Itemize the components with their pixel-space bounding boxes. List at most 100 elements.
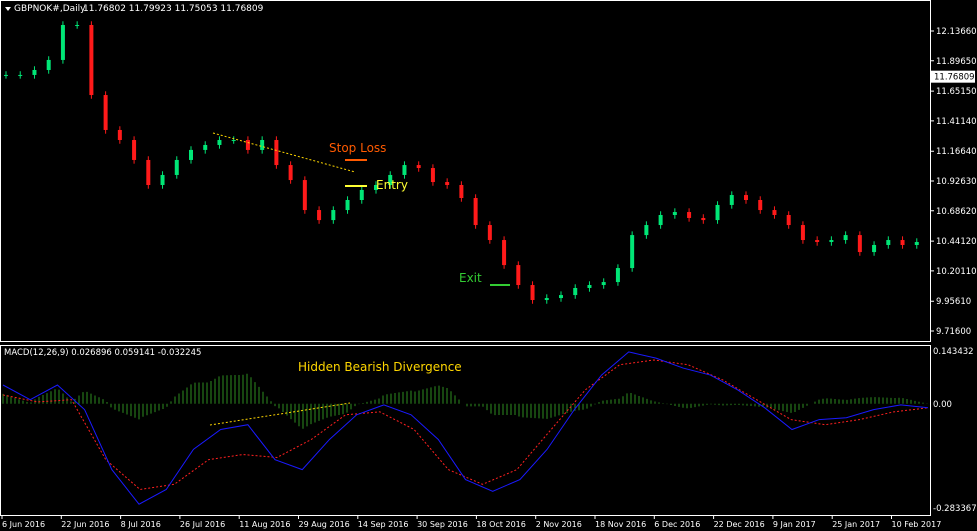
stop-loss-label: Stop Loss [329,141,386,155]
signal-line [2,359,929,491]
price-tick-label: 9.71600 [936,327,971,337]
axes: 12.13660 11.89650 11.65150 11.41140 11.16640… [1,27,977,529]
price-tick-label: 11.65150 [936,87,977,97]
price-tick-label: 11.41140 [936,117,977,127]
candle-body [75,25,80,27]
date-tick-label: 6 Dec 2016 [654,520,700,529]
candle-body [46,59,51,70]
candles [4,21,919,304]
macd-tick-label: -0.283367 [933,504,977,514]
price-tick-label: 10.92630 [936,177,977,187]
candle-body [189,149,193,160]
candle-body [174,159,179,175]
candle-body [331,210,336,221]
candle-body [573,287,578,296]
candle-body [530,285,535,301]
macd-label: MACD(12,26,9) 0.026896 0.059141 -0.03224… [4,348,201,358]
candle-body [729,195,734,205]
candle-body [900,240,905,245]
date-tick-label: 18 Oct 2016 [476,520,525,529]
candle-body [103,95,108,130]
date-tick-label: 22 Jun 2016 [61,520,109,529]
candle-body [516,265,521,286]
candle-body [672,212,677,215]
candle-body [800,225,805,241]
price-tick-label: 11.89650 [936,57,977,67]
macd-tick-label: 0.00 [933,400,952,410]
exit-label: Exit [459,271,482,285]
candle-body [416,165,421,169]
date-tick-label: 9 Jan 2017 [773,520,816,529]
candle-body [544,298,549,301]
candle-body [245,140,250,150]
price-tick-label: 11.16640 [936,147,977,157]
candle-body [117,129,122,141]
date-tick-label: 14 Sep 2016 [358,520,409,529]
date-tick-label: 18 Nov 2016 [595,520,646,529]
macd-tick-label: 0.143432 [933,347,974,357]
candle-body [758,199,763,211]
candle-body [715,204,720,221]
date-tick-label: 22 Dec 2016 [714,520,765,529]
candle-body [701,217,706,221]
entry-label: Entry [376,178,408,192]
date-tick-label: 29 Aug 2016 [299,520,350,529]
candle-body [359,189,364,200]
divergence-label: Hidden Bearish Divergence [298,360,462,374]
candle-body [146,159,151,186]
candle-body [203,144,208,150]
date-tick-label: 25 Jan 2017 [832,520,880,529]
candle-body [644,225,649,236]
candle-body [786,214,791,226]
candle-body [231,140,236,142]
candle-body [160,174,165,186]
candle-body [288,165,293,181]
candle-body [487,225,492,241]
candle-body [601,282,606,286]
candle-body [886,240,891,245]
date-tick-label: 10 Feb 2017 [892,520,942,529]
collapse-triangle-icon[interactable] [5,7,11,11]
macd-panel-border [0,345,931,516]
candle-body [260,140,265,150]
candle-body [502,240,507,266]
macd-line [2,351,929,505]
candle-body [18,74,23,76]
candle-body [658,214,663,226]
current-price-label: 11.76809 [934,73,975,83]
candle-body [914,242,919,245]
price-tick-label: 12.13660 [936,27,977,37]
candle-body [445,182,450,186]
macd-plot [2,351,929,505]
candle-body [60,25,65,60]
candle-body [402,165,407,175]
price-tick-label: 10.68620 [936,207,977,217]
price-tick-label: 10.20110 [936,267,977,277]
price-tick-label: 9.95610 [936,297,971,307]
candle-body [559,295,563,299]
chart-window: 12.13660 11.89650 11.65150 11.41140 11.16640… [0,0,977,531]
candle-body [459,185,464,199]
candle-body [630,235,635,269]
candle-body [430,168,435,183]
symbol-label: GBPNOK#,Daily [14,4,86,14]
candle-body [473,198,478,226]
candle-body [843,235,848,241]
macd-trendline[interactable] [209,402,351,426]
candle-body [4,74,8,76]
candle-body [615,268,620,283]
candle-body [317,210,322,221]
candle-body [217,140,222,145]
date-tick-label: 30 Sep 2016 [417,520,468,529]
ohlc-label: 11.76802 11.79923 11.75053 11.76809 [83,4,264,14]
candle-body [132,140,137,160]
candle-body [89,25,94,96]
date-tick-label: 11 Aug 2016 [239,520,290,529]
candle-body [32,69,37,75]
candle-body [829,240,834,243]
candle-body [744,195,748,200]
price-tick-label: 10.44120 [936,237,977,247]
date-tick-label: 2 Nov 2016 [536,520,582,529]
candle-body [857,235,862,253]
date-tick-label: 6 Jun 2016 [2,520,45,529]
